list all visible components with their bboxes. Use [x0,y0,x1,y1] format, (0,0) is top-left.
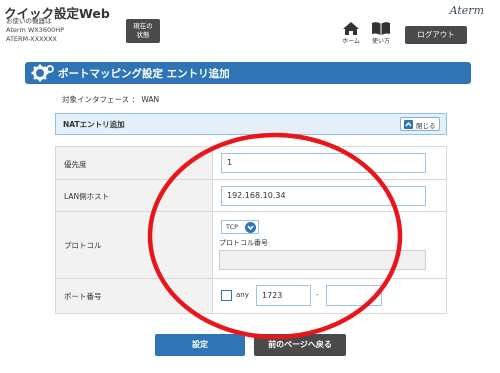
nat-entry-form: 優先度 1 LAN側ホスト 192.168.10.34 プロトコル TCP プロ… [55,146,447,314]
gear-icon [31,64,54,82]
top-header: クイック設定Web お使いの機器は Aterm WX3600HP ATERM-X… [0,0,500,52]
nav-help[interactable]: 使い方 [368,22,394,50]
any-port-checkbox[interactable] [221,290,232,301]
section-title: NATエントリ追加 [63,120,125,129]
page-title: ポートマッピング設定 エントリ追加 [58,68,230,80]
port-to-input[interactable] [326,285,382,306]
page-title-bar: ポートマッピング設定 エントリ追加 [25,62,471,84]
nav-help-label: 使い方 [371,38,390,45]
nav-home[interactable]: ホーム [338,22,364,50]
aterm-logo: Aterm [449,4,484,17]
close-section-label: 閉じる [416,122,436,130]
book-icon [372,22,390,35]
priority-label: 優先度 [64,160,87,169]
row-lan-host: LAN側ホスト 192.168.10.34 [56,180,446,212]
protocol-label: プロトコル [64,241,102,250]
row-protocol: プロトコル TCP プロトコル番号 [56,212,446,279]
current-status-button[interactable]: 現在の 状態 [126,19,160,43]
port-from-input[interactable]: 1723 [256,285,311,306]
lan-host-label: LAN側ホスト [64,192,110,201]
chevron-up-icon [404,120,413,129]
row-port: ポート番号 any 1723 - [56,279,446,313]
nat-entry-section-header: NATエントリ追加 閉じる [55,113,447,135]
close-section-button[interactable]: 閉じる [400,117,440,131]
protocol-selected: TCP [226,223,239,231]
status-button-line2: 状態 [136,31,150,39]
protocol-number-input[interactable] [219,250,426,270]
device-model: Aterm WX3600HP [6,26,65,34]
chevron-down-icon [245,222,256,233]
back-button[interactable]: 前のページへ戻る [254,334,346,356]
row-priority: 優先度 1 [56,147,446,180]
device-id: ATERM-XXXXXX [6,35,57,43]
priority-input[interactable]: 1 [221,153,426,173]
port-range-separator: - [316,291,319,299]
protocol-number-label: プロトコル番号 [219,239,268,247]
nav-home-label: ホーム [342,38,360,45]
submit-button[interactable]: 設定 [155,334,245,356]
lan-host-input[interactable]: 192.168.10.34 [221,186,426,206]
home-icon [343,22,359,35]
device-caption: お使いの機器は [6,17,52,25]
any-port-label: any [236,291,249,299]
protocol-select[interactable]: TCP [221,220,259,234]
target-interface: 対象インタフェース ： WAN [62,95,160,104]
port-label: ポート番号 [64,292,102,301]
logout-button[interactable]: ログアウト [405,26,467,44]
status-button-line1: 現在の [133,22,153,30]
